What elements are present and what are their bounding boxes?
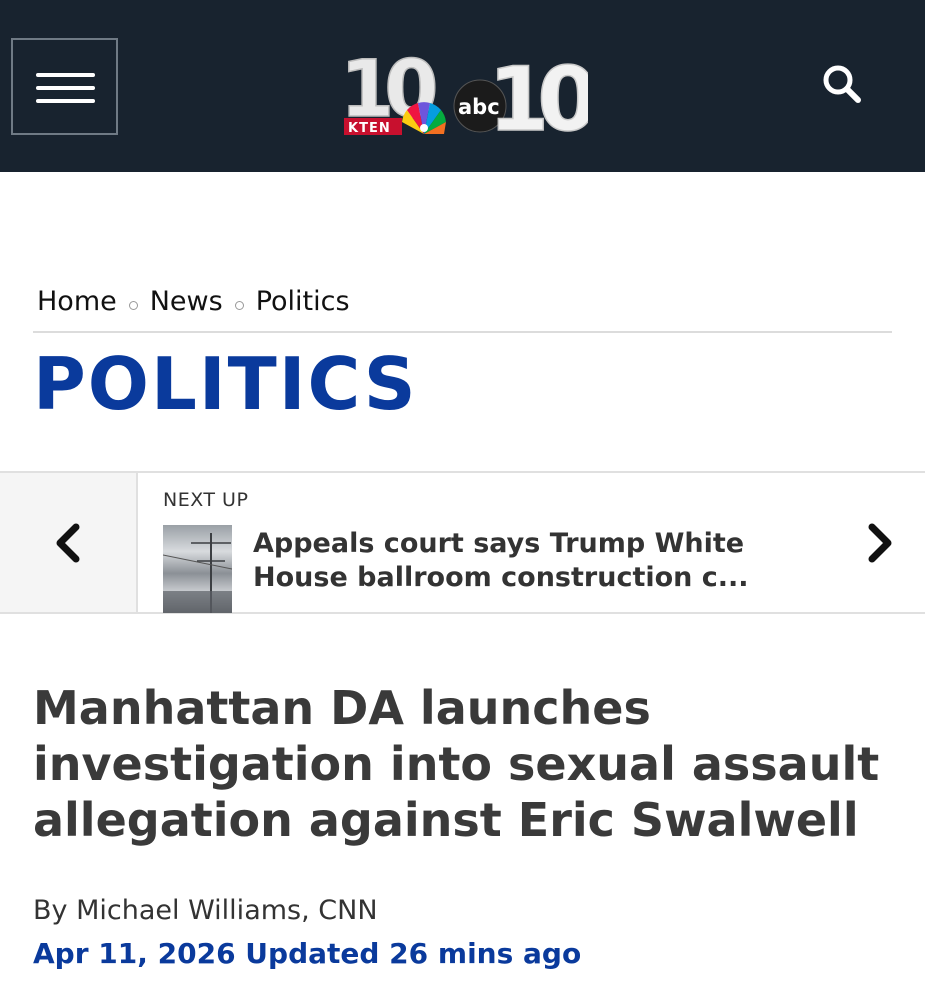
next-story-thumbnail[interactable] — [163, 525, 232, 613]
svg-text:10: 10 — [488, 48, 588, 140]
chevron-left-icon — [56, 523, 80, 563]
article-date: Apr 11, 2026 Updated 26 mins ago — [33, 937, 582, 970]
svg-text:KTEN: KTEN — [348, 121, 391, 136]
section-title: POLITICS — [33, 342, 418, 426]
breadcrumb: Home News Politics — [37, 281, 350, 321]
site-header: 10 KTEN abc 10 — [0, 0, 925, 172]
search-icon[interactable] — [818, 60, 866, 108]
chevron-right-icon — [868, 523, 892, 563]
station-logo[interactable]: 10 KTEN abc 10 — [338, 44, 608, 152]
next-story-title[interactable]: Appeals court says Trump White House bal… — [253, 527, 813, 595]
breadcrumb-politics[interactable]: Politics — [256, 286, 350, 317]
breadcrumb-separator — [234, 300, 244, 310]
next-up-label: NEXT UP — [163, 489, 249, 511]
next-up-carousel: NEXT UP Appeals court says Trump White H… — [0, 471, 925, 614]
hamburger-menu-icon[interactable] — [11, 38, 118, 135]
breadcrumb-home[interactable]: Home — [37, 286, 117, 317]
article-headline: Manhattan DA launches investigation into… — [33, 681, 880, 847]
next-story-button[interactable] — [848, 513, 908, 573]
breadcrumb-separator — [128, 300, 138, 310]
divider — [33, 331, 892, 333]
breadcrumb-news[interactable]: News — [150, 286, 223, 317]
previous-story-button[interactable] — [0, 473, 138, 612]
article-byline: By Michael Williams, CNN — [33, 895, 378, 926]
